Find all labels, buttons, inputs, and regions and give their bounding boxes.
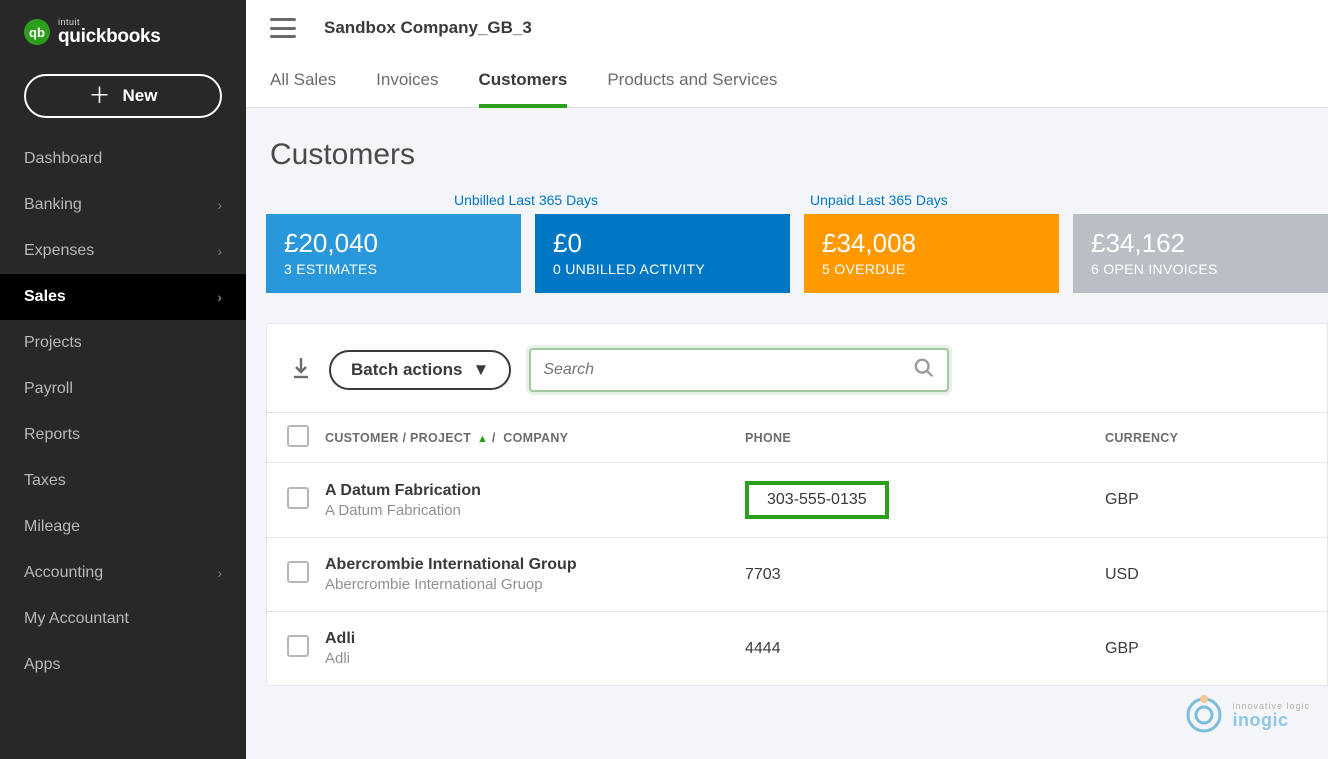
highlight-box: 303-555-0135 [745,481,889,519]
sidebar-item-label: Expenses [24,242,94,260]
stat-label: 0 UNBILLED ACTIVITY [553,261,772,277]
page-title: Customers [270,138,1328,172]
search-icon [913,357,935,384]
stat-amount: £0 [553,228,772,259]
tab-all-sales[interactable]: All Sales [270,56,336,108]
sidebar-item-taxes[interactable]: Taxes [0,458,246,504]
unbilled-header: Unbilled Last 365 Days [266,192,786,208]
menu-toggle-icon[interactable] [270,18,296,38]
top-bar: Sandbox Company_GB_3 [246,0,1328,56]
customer-currency: USD [1097,538,1327,612]
sidebar-item-label: My Accountant [24,610,129,628]
sort-asc-icon: ▲ [477,433,488,445]
stat-amount: £20,040 [284,228,503,259]
customer-currency: GBP [1097,612,1327,686]
table-row[interactable]: A Datum Fabrication A Datum Fabrication 30… [267,463,1327,538]
col-customer[interactable]: CUSTOMER / PROJECT ▲ / COMPANY [317,413,737,463]
plus-icon: ＋ [89,85,111,107]
tab-products-and-services[interactable]: Products and Services [607,56,777,108]
stat-card-0[interactable]: £20,040 3 ESTIMATES [266,214,521,293]
chevron-right-icon: › [217,565,222,581]
sidebar-item-payroll[interactable]: Payroll [0,366,246,412]
row-checkbox[interactable] [287,635,309,657]
col-phone[interactable]: PHONE [737,413,1097,463]
sidebar-item-mileage[interactable]: Mileage [0,504,246,550]
customers-panel: Batch actions ▼ [266,323,1328,686]
brand-product: quickbooks [58,27,161,46]
batch-actions-label: Batch actions [351,360,462,380]
new-button[interactable]: ＋ New [24,74,222,118]
batch-actions-button[interactable]: Batch actions ▼ [329,350,511,390]
customer-phone: 303-555-0135 [737,463,1097,538]
tab-invoices[interactable]: Invoices [376,56,438,108]
sidebar-item-sales[interactable]: Sales › [0,274,246,320]
chevron-right-icon: › [217,289,222,305]
table-toolbar: Batch actions ▼ [267,348,1327,412]
stat-amount: £34,008 [822,228,1041,259]
stat-amount: £34,162 [1091,228,1310,259]
sidebar-item-my-accountant[interactable]: My Accountant [0,596,246,642]
company-name: Sandbox Company_GB_3 [324,18,532,38]
stat-card-1[interactable]: £0 0 UNBILLED ACTIVITY [535,214,790,293]
stats-section: Unbilled Last 365 Days Unpaid Last 365 D… [266,192,1328,323]
stat-label: 5 OVERDUE [822,261,1041,277]
customer-company: Adli [325,650,729,667]
caret-down-icon: ▼ [472,360,489,380]
stat-label: 6 OPEN INVOICES [1091,261,1310,277]
customer-company: A Datum Fabrication [325,502,729,519]
row-checkbox[interactable] [287,487,309,509]
sidebar-item-label: Apps [24,656,60,674]
unpaid-header: Unpaid Last 365 Days [786,192,1328,208]
search-field[interactable] [529,348,949,392]
sidebar-item-projects[interactable]: Projects [0,320,246,366]
new-button-label: New [123,86,158,106]
sidebar-item-label: Reports [24,426,80,444]
select-all-checkbox[interactable] [287,425,309,447]
sidebar-nav: Dashboard Banking › Expenses › Sales › Projects… [0,136,246,688]
customer-company: Abercrombie International Gruop [325,576,729,593]
tab-customers[interactable]: Customers [479,56,568,108]
sidebar-item-label: Mileage [24,518,80,536]
customer-name: A Datum Fabrication [325,482,729,500]
sales-tabs: All Sales Invoices Customers Products and S… [246,56,1328,108]
sidebar-item-label: Projects [24,334,82,352]
sidebar-item-label: Banking [24,196,82,214]
sidebar-item-expenses[interactable]: Expenses › [0,228,246,274]
customer-currency: GBP [1097,463,1327,538]
search-input[interactable] [543,361,913,379]
chevron-right-icon: › [217,243,222,259]
stat-card-2[interactable]: £34,008 5 OVERDUE [804,214,1059,293]
import-icon[interactable] [291,356,311,385]
table-row[interactable]: Abercrombie International Group Abercromb… [267,538,1327,612]
sidebar: qb intuit quickbooks ＋ New Dashboard Bank… [0,0,246,759]
sidebar-item-banking[interactable]: Banking › [0,182,246,228]
customer-phone: 4444 [737,612,1097,686]
col-currency[interactable]: CURRENCY [1097,413,1327,463]
customer-phone: 7703 [737,538,1097,612]
sidebar-item-dashboard[interactable]: Dashboard [0,136,246,182]
qb-logo-icon: qb [24,19,50,45]
stat-label: 3 ESTIMATES [284,261,503,277]
sidebar-item-label: Sales [24,288,66,306]
customers-table: CUSTOMER / PROJECT ▲ / COMPANY PHONE CUR… [267,412,1327,686]
chevron-right-icon: › [217,197,222,213]
sidebar-item-apps[interactable]: Apps [0,642,246,688]
main-content: Sandbox Company_GB_3 All Sales Invoices Cu… [246,0,1328,759]
customer-name: Adli [325,630,729,648]
stat-card-3[interactable]: £34,162 6 OPEN INVOICES [1073,214,1328,293]
table-row[interactable]: Adli Adli 4444GBP [267,612,1327,686]
sidebar-item-label: Payroll [24,380,73,398]
row-checkbox[interactable] [287,561,309,583]
customer-name: Abercrombie International Group [325,556,729,574]
sidebar-item-label: Taxes [24,472,66,490]
sidebar-item-reports[interactable]: Reports [0,412,246,458]
sidebar-item-label: Accounting [24,564,103,582]
brand-logo: qb intuit quickbooks [0,12,246,56]
sidebar-item-label: Dashboard [24,150,102,168]
sidebar-item-accounting[interactable]: Accounting › [0,550,246,596]
